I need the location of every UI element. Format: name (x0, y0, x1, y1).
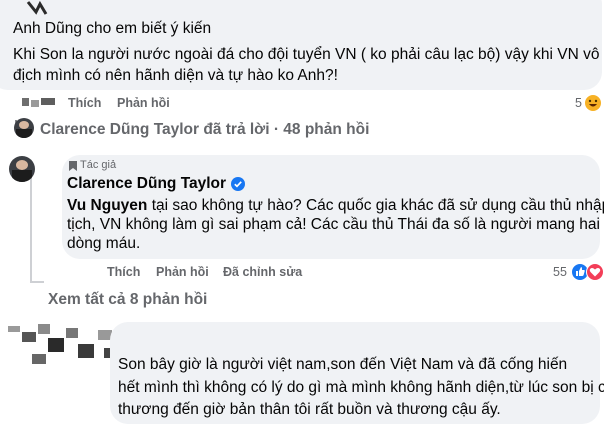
top-comment-line-2: Khi Son la người nước ngoài đá cho đội t… (13, 46, 600, 63)
reply-reply-button[interactable]: Phản hồi (156, 265, 209, 279)
bottom-comment-line-2: hết mình thì không có lý do gì mà mình k… (118, 379, 604, 396)
thread-line-elbow (30, 281, 44, 283)
reply-line-2: tịch, VN không làm gì sai phạm cả! Các c… (67, 216, 600, 233)
reply-line-1: Vu Nguyen tại sao không tự hào? Các quốc… (67, 197, 604, 214)
haha-reaction-icon (584, 94, 602, 112)
redacted-avatar-scribble (26, 0, 48, 15)
bottom-comment-line-3: thương đến giờ bản thân tôi rất buồn và … (118, 401, 501, 418)
reply-line-3: dòng máu. (67, 235, 141, 252)
top-like-button[interactable]: Thích (68, 96, 101, 110)
verified-badge-icon (231, 177, 245, 191)
reply-reaction-count[interactable]: 55 (553, 265, 567, 279)
love-reaction-icon (586, 263, 604, 281)
author-avatar-small[interactable] (14, 118, 34, 138)
bottom-comment-line-1: Son bây giờ là người việt nam,son đến Vi… (118, 356, 568, 373)
top-comment-line-3: địch mình có nên hãnh diện và tự hào ko … (13, 67, 338, 84)
view-all-replies-link[interactable]: Xem tất cả 8 phản hồi (48, 291, 207, 309)
top-comment-line-1: Anh Dũng cho em biết ý kiến (13, 20, 212, 37)
thread-line (30, 170, 32, 282)
mention-link[interactable]: Vu Nguyen (67, 197, 147, 214)
author-badge-label: Tác giả (80, 159, 117, 171)
replied-summary-link[interactable]: Clarence Dũng Taylor đã trả lời · 48 phả… (40, 121, 369, 139)
top-reply-button[interactable]: Phản hồi (117, 96, 170, 110)
reply-like-button[interactable]: Thích (107, 265, 140, 279)
redacted-commenter-scribble (8, 324, 116, 364)
reply-author-name[interactable]: Clarence Dũng Taylor (67, 175, 226, 193)
reply-edited-label: Đã chỉnh sửa (223, 265, 303, 279)
author-badge-icon (69, 161, 77, 171)
redacted-name-scribble (22, 98, 55, 107)
author-avatar[interactable] (9, 156, 35, 182)
top-reaction-count[interactable]: 5 (575, 96, 582, 110)
